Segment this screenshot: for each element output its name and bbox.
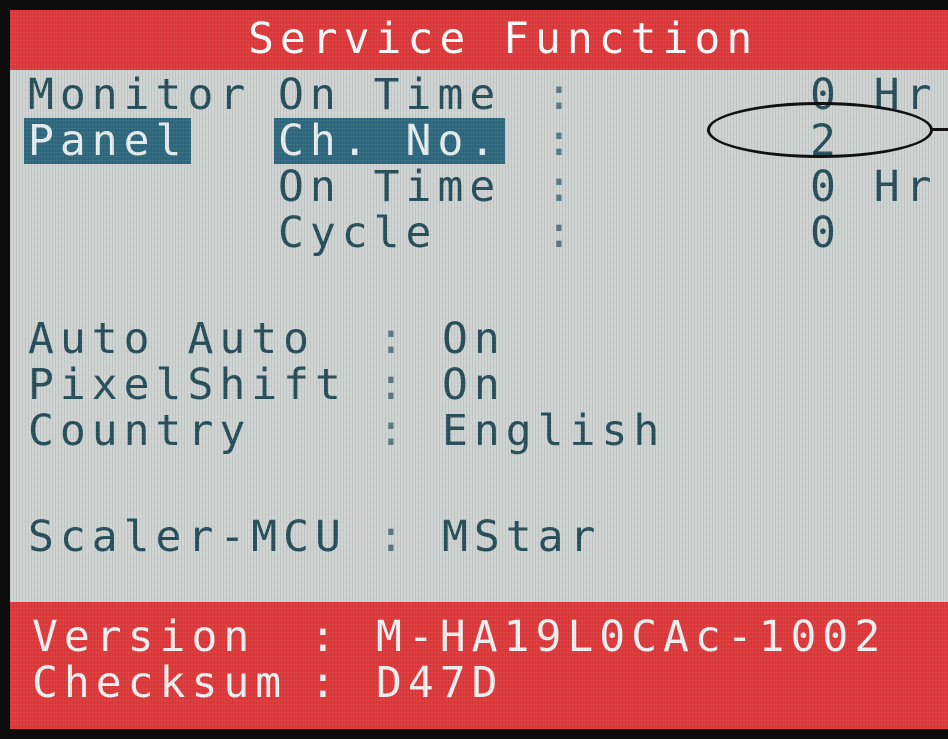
- separator: :: [546, 162, 578, 212]
- menu-title: Service Function: [248, 14, 759, 64]
- separator: :: [378, 406, 410, 456]
- panel-cycle-label: Cycle: [278, 208, 438, 258]
- separator: :: [378, 512, 410, 562]
- version-value: M-HA19L0CAc-1002: [376, 612, 887, 662]
- panel-cycle-value: 0: [810, 208, 842, 258]
- checksum-value: D47D: [376, 658, 504, 708]
- panel-label[interactable]: Panel: [24, 118, 192, 164]
- menu-header: Service Function: [10, 10, 948, 70]
- country-value: English: [442, 406, 666, 456]
- scaler-mcu-value: MStar: [442, 512, 602, 562]
- separator: :: [310, 612, 342, 662]
- separator: :: [546, 70, 578, 120]
- panel-channel-label[interactable]: Ch. No.: [274, 118, 506, 164]
- menu-footer: Version : M-HA19L0CAc-1002 Checksum : D4…: [10, 602, 948, 729]
- separator: :: [310, 658, 342, 708]
- separator: :: [378, 314, 410, 364]
- monitor-label: Monitor: [28, 70, 252, 120]
- version-label: Version: [32, 612, 256, 662]
- country-label[interactable]: Country: [28, 408, 251, 454]
- checksum-label: Checksum: [32, 658, 288, 708]
- separator: :: [546, 208, 578, 258]
- panel-on-time-value: 0 Hr: [810, 162, 938, 212]
- separator: :: [546, 116, 578, 166]
- auto-auto-label[interactable]: Auto Auto: [28, 316, 315, 362]
- separator: :: [378, 360, 410, 410]
- monitor-screen: Service Function Monitor On Time : 0 Hr …: [0, 0, 948, 739]
- pixel-shift-value: On: [442, 360, 506, 410]
- pixel-shift-label[interactable]: PixelShift: [28, 362, 347, 408]
- auto-auto-value: On: [442, 314, 506, 364]
- annotation-pointer-line: [931, 128, 948, 131]
- scaler-mcu-label: Scaler-MCU: [28, 512, 347, 562]
- monitor-on-time-label: On Time: [278, 70, 502, 120]
- annotation-ellipse: [707, 102, 933, 158]
- panel-on-time-label: On Time: [278, 162, 502, 212]
